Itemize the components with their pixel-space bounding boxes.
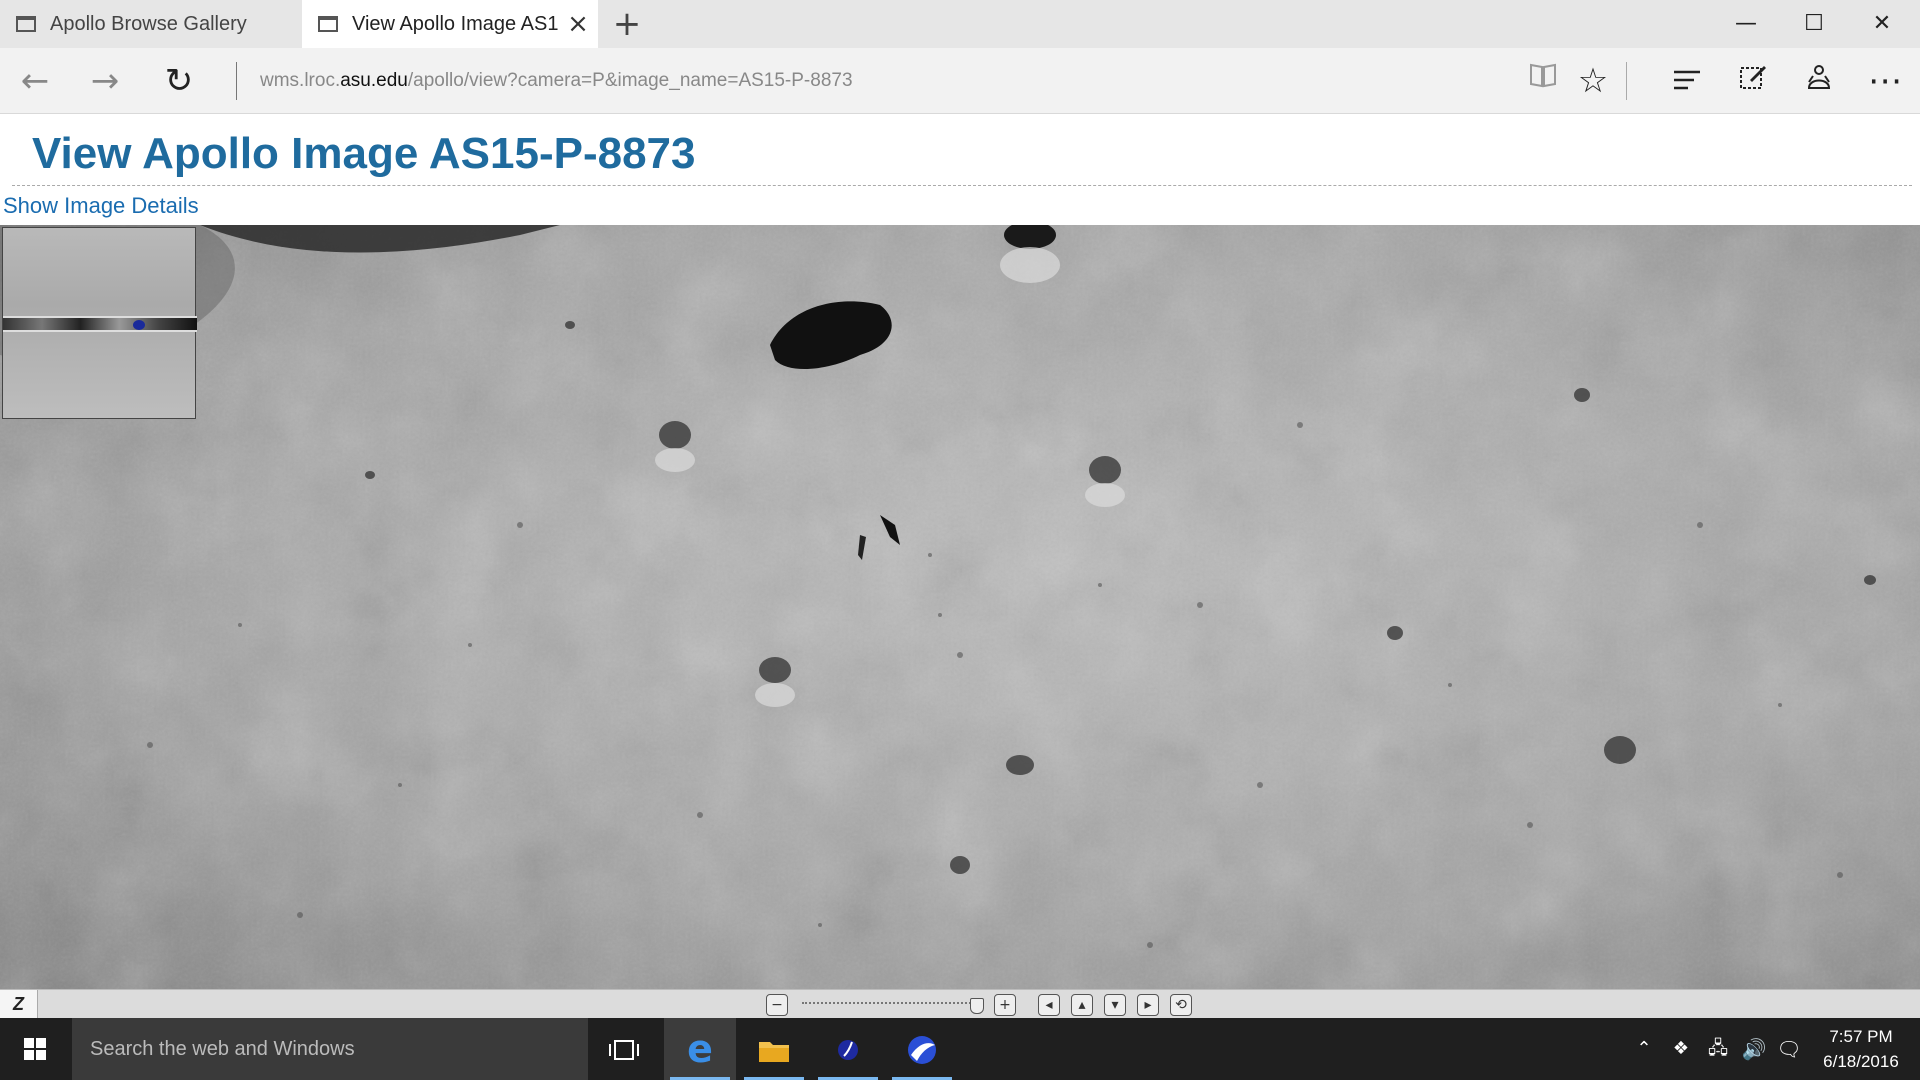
page-title: View Apollo Image AS15-P-8873 (32, 129, 696, 178)
tab-title: View Apollo Image AS15-P-8873 (352, 12, 558, 35)
image-viewer[interactable] (0, 225, 1920, 989)
address-bar[interactable]: wms.lroc.asu.edu/apollo/view?camera=P&im… (260, 48, 853, 114)
minimize-button[interactable]: — (1713, 0, 1779, 48)
network-icon[interactable]: 🖧 (1700, 1018, 1736, 1080)
zoom-slider-thumb[interactable] (970, 998, 984, 1014)
web-note-icon[interactable] (1720, 48, 1786, 114)
page-icon (16, 16, 36, 32)
taskbar-search-box[interactable]: Search the web and Windows (72, 1018, 588, 1080)
navigator-thumbnail[interactable] (2, 227, 197, 419)
windows-logo-icon (24, 1038, 46, 1060)
forward-button[interactable]: → (72, 48, 138, 114)
favorite-star-icon[interactable]: ☆ (1560, 48, 1626, 114)
zoom-out-button[interactable]: − (766, 994, 788, 1016)
clock-time: 7:57 PM (1829, 1027, 1893, 1046)
close-tab-icon[interactable]: × (558, 9, 598, 39)
app-icon-swirl[interactable] (886, 1018, 958, 1080)
tab-view-apollo-image[interactable]: View Apollo Image AS15-P-8873 × (302, 0, 598, 48)
action-center-icon[interactable]: 🗨 (1772, 1018, 1806, 1080)
back-button[interactable]: ← (2, 48, 68, 114)
reset-view-button[interactable]: ⟲ (1170, 994, 1192, 1016)
navigation-bar: ← → ↻ wms.lroc.asu.edu/apollo/view?camer… (0, 48, 1920, 114)
dropbox-icon[interactable]: ❖ (1664, 1018, 1698, 1080)
zoom-toolbar: Z − + ◂ ▴ ▾ ▸ ⟲ (0, 989, 1920, 1019)
start-button[interactable] (0, 1018, 70, 1080)
system-clock[interactable]: 7:57 PM 6/18/2016 (1806, 1024, 1916, 1074)
thumbnail-strip (3, 316, 197, 332)
edge-browser-icon[interactable]: e (664, 1018, 736, 1080)
maximize-button[interactable]: ☐ (1781, 0, 1847, 48)
pan-down-button[interactable]: ▾ (1104, 994, 1126, 1016)
clock-date: 6/18/2016 (1823, 1052, 1899, 1071)
url-path: /apollo/view?camera=P&image_name=AS15-P-… (407, 70, 853, 91)
lunar-surface-image (0, 225, 1920, 989)
file-explorer-icon[interactable] (738, 1018, 810, 1080)
new-tab-button[interactable]: + (612, 4, 642, 44)
zoomify-logo: Z (0, 990, 38, 1019)
hub-icon[interactable] (1654, 48, 1720, 114)
url-prefix: wms.lroc. (260, 70, 341, 91)
taskbar: Search the web and Windows e ⌃ ❖ 🖧 🔊 🗨 7… (0, 1018, 1920, 1080)
close-window-button[interactable]: ✕ (1849, 0, 1915, 48)
pan-up-button[interactable]: ▴ (1071, 994, 1093, 1016)
more-options-icon[interactable]: ⋯ (1852, 48, 1918, 114)
tab-title: Apollo Browse Gallery (50, 12, 247, 35)
share-icon[interactable] (1786, 48, 1852, 114)
page-icon (318, 16, 338, 32)
volume-icon[interactable]: 🔊 (1736, 1018, 1772, 1080)
pan-right-button[interactable]: ▸ (1137, 994, 1159, 1016)
address-separator (236, 62, 237, 100)
tab-apollo-browse-gallery[interactable]: Apollo Browse Gallery (0, 0, 302, 48)
task-view-icon[interactable] (588, 1018, 660, 1080)
title-divider (12, 185, 1912, 186)
web-page: View Apollo Image AS15-P-8873 Show Image… (0, 115, 1920, 1019)
url-host: asu.edu (340, 70, 408, 91)
toolbar-separator (1626, 62, 1627, 100)
zoom-in-button[interactable]: + (994, 994, 1016, 1016)
show-image-details-link[interactable]: Show Image Details (3, 193, 199, 219)
pan-left-button[interactable]: ◂ (1038, 994, 1060, 1016)
app-icon-blue[interactable] (812, 1018, 884, 1080)
refresh-button[interactable]: ↻ (146, 48, 212, 114)
viewport-indicator (133, 320, 145, 330)
tab-strip: Apollo Browse Gallery View Apollo Image … (0, 0, 1920, 48)
show-hidden-icons-chevron-icon[interactable]: ⌃ (1626, 1018, 1662, 1080)
zoom-slider[interactable] (802, 1002, 982, 1008)
